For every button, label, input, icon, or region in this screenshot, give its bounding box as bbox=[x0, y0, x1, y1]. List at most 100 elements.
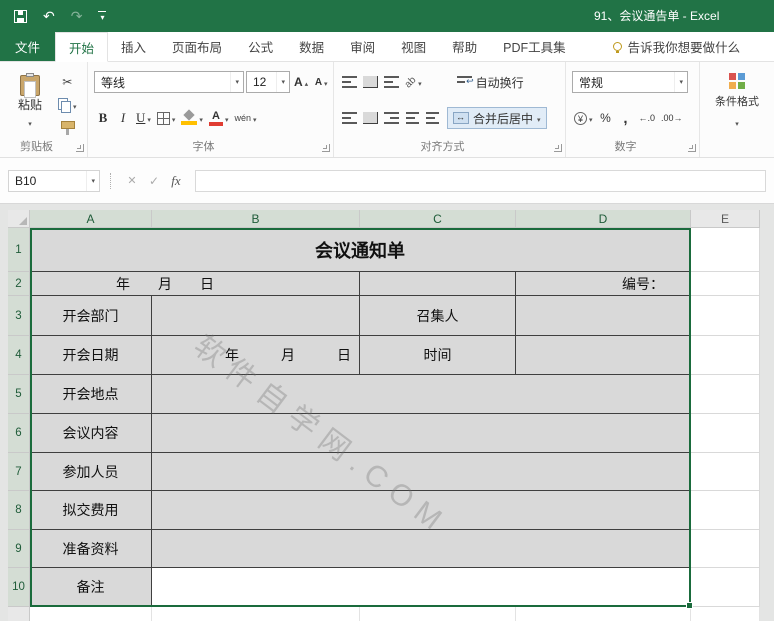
select-all-corner[interactable] bbox=[8, 210, 30, 228]
font-size-combo[interactable]: 12 bbox=[246, 71, 290, 93]
cell-A1-D1-title[interactable]: 会议通知单 bbox=[30, 228, 691, 272]
decrease-decimal-button[interactable]: .00→ bbox=[659, 107, 685, 129]
cell-E8[interactable] bbox=[691, 491, 760, 530]
row-header-11-partial[interactable] bbox=[8, 607, 30, 621]
cell-B6-D6[interactable] bbox=[152, 414, 691, 453]
tab-page-layout[interactable]: 页面布局 bbox=[159, 32, 235, 61]
comma-style-button[interactable]: , bbox=[617, 107, 635, 129]
qat-customize-button[interactable] bbox=[98, 11, 106, 22]
row-header-6[interactable]: 6 bbox=[8, 414, 30, 453]
formula-input[interactable] bbox=[195, 169, 766, 192]
decrease-indent-button[interactable] bbox=[403, 107, 421, 129]
row-header-4[interactable]: 4 bbox=[8, 336, 30, 375]
font-name-combo[interactable]: 等线 bbox=[94, 71, 244, 93]
align-right-button[interactable] bbox=[382, 107, 401, 129]
cell-A4-date-label[interactable]: 开会日期 bbox=[30, 336, 152, 375]
cell-D2-number-label[interactable]: 编号： bbox=[516, 272, 691, 296]
cell-E10[interactable] bbox=[691, 568, 760, 607]
cell-C11-partial[interactable] bbox=[360, 607, 516, 621]
tab-file[interactable]: 文件 bbox=[0, 32, 56, 61]
column-header-E[interactable]: E bbox=[691, 210, 760, 228]
wrap-text-button[interactable]: 自动换行 bbox=[452, 71, 529, 93]
cell-E6[interactable] bbox=[691, 414, 760, 453]
align-top-button[interactable] bbox=[340, 71, 359, 93]
merge-center-button[interactable]: 合并后居中 bbox=[447, 107, 547, 129]
cut-button[interactable] bbox=[56, 71, 79, 93]
cell-E2[interactable] bbox=[691, 272, 760, 296]
cell-C4-time-label[interactable]: 时间 bbox=[360, 336, 516, 375]
conditional-formatting-button[interactable]: 条件格式 bbox=[706, 71, 768, 131]
cell-A2-B2-date[interactable]: 年 月 日 bbox=[30, 272, 360, 296]
cell-B9-D9[interactable] bbox=[152, 530, 691, 568]
save-button[interactable] bbox=[14, 9, 27, 23]
paste-button[interactable]: 粘贴 bbox=[8, 71, 52, 133]
cell-A5-place-label[interactable]: 开会地点 bbox=[30, 375, 152, 414]
cell-A8-fee-label[interactable]: 拟交费用 bbox=[30, 491, 152, 530]
column-header-C[interactable]: C bbox=[360, 210, 516, 228]
row-header-2[interactable]: 2 bbox=[8, 272, 30, 296]
cell-B11-partial[interactable] bbox=[152, 607, 360, 621]
cell-E4[interactable] bbox=[691, 336, 760, 375]
tab-review[interactable]: 审阅 bbox=[337, 32, 388, 61]
increase-decimal-button[interactable]: ←.0 bbox=[637, 107, 658, 129]
italic-button[interactable]: I bbox=[114, 107, 132, 129]
tab-data[interactable]: 数据 bbox=[286, 32, 337, 61]
shrink-font-button[interactable]: A bbox=[312, 71, 330, 93]
tell-me[interactable]: 告诉我你想要做什么 bbox=[612, 32, 740, 61]
row-header-5[interactable]: 5 bbox=[8, 375, 30, 414]
align-bottom-button[interactable] bbox=[382, 71, 401, 93]
phonetic-guide-button[interactable]: wén bbox=[232, 107, 258, 129]
cell-A3-dept-label[interactable]: 开会部门 bbox=[30, 296, 152, 336]
cell-E3[interactable] bbox=[691, 296, 760, 336]
redo-button[interactable] bbox=[71, 8, 83, 25]
cell-C2[interactable] bbox=[360, 272, 516, 296]
column-header-B[interactable]: B bbox=[152, 210, 360, 228]
enter-button[interactable] bbox=[143, 170, 165, 192]
tab-pdf-tools[interactable]: PDF工具集 bbox=[490, 32, 579, 61]
row-header-1[interactable]: 1 bbox=[8, 228, 30, 272]
cell-E11-partial[interactable] bbox=[691, 607, 760, 621]
percent-style-button[interactable]: % bbox=[597, 107, 615, 129]
cell-A6-content-label[interactable]: 会议内容 bbox=[30, 414, 152, 453]
tab-formulas[interactable]: 公式 bbox=[235, 32, 286, 61]
cell-E1[interactable] bbox=[691, 228, 760, 272]
cell-B4-date-fields[interactable]: 年 月 日 bbox=[152, 336, 360, 375]
font-color-button[interactable]: A bbox=[207, 107, 231, 129]
bold-button[interactable]: B bbox=[94, 107, 112, 129]
align-middle-button[interactable] bbox=[361, 71, 380, 93]
cell-D4[interactable] bbox=[516, 336, 691, 375]
accounting-format-button[interactable]: ¥ bbox=[572, 107, 595, 129]
orientation-button[interactable]: ab bbox=[403, 71, 424, 93]
tab-home[interactable]: 开始 bbox=[55, 32, 109, 62]
tab-insert[interactable]: 插入 bbox=[108, 32, 159, 61]
format-painter-button[interactable] bbox=[56, 117, 79, 139]
cell-D11-partial[interactable] bbox=[516, 607, 691, 621]
cancel-button[interactable] bbox=[121, 170, 143, 192]
column-header-A[interactable]: A bbox=[30, 210, 152, 228]
insert-function-button[interactable]: fx bbox=[165, 170, 187, 192]
copy-button[interactable] bbox=[56, 94, 79, 116]
name-box[interactable]: B10 bbox=[8, 169, 100, 192]
grow-font-button[interactable]: A bbox=[292, 71, 310, 93]
row-header-3[interactable]: 3 bbox=[8, 296, 30, 336]
cell-A11-partial[interactable] bbox=[30, 607, 152, 621]
font-dialog-launcher[interactable] bbox=[322, 144, 330, 152]
row-header-10[interactable]: 10 bbox=[8, 568, 30, 607]
row-header-7[interactable]: 7 bbox=[8, 453, 30, 491]
cell-B3[interactable] bbox=[152, 296, 360, 336]
number-format-combo[interactable]: 常规 bbox=[572, 71, 688, 93]
fill-color-button[interactable] bbox=[179, 107, 205, 129]
column-header-D[interactable]: D bbox=[516, 210, 691, 228]
borders-button[interactable] bbox=[155, 107, 178, 129]
cell-B10-D10-active[interactable] bbox=[152, 568, 691, 607]
cell-B7-D7[interactable] bbox=[152, 453, 691, 491]
increase-indent-button[interactable] bbox=[423, 107, 441, 129]
cell-B5-D5[interactable] bbox=[152, 375, 691, 414]
cell-A9-materials-label[interactable]: 准备资料 bbox=[30, 530, 152, 568]
cell-C3-convener-label[interactable]: 召集人 bbox=[360, 296, 516, 336]
cell-A7-attendees-label[interactable]: 参加人员 bbox=[30, 453, 152, 491]
alignment-dialog-launcher[interactable] bbox=[554, 144, 562, 152]
undo-button[interactable] bbox=[43, 8, 55, 25]
cell-B8-D8[interactable] bbox=[152, 491, 691, 530]
align-left-button[interactable] bbox=[340, 107, 359, 129]
